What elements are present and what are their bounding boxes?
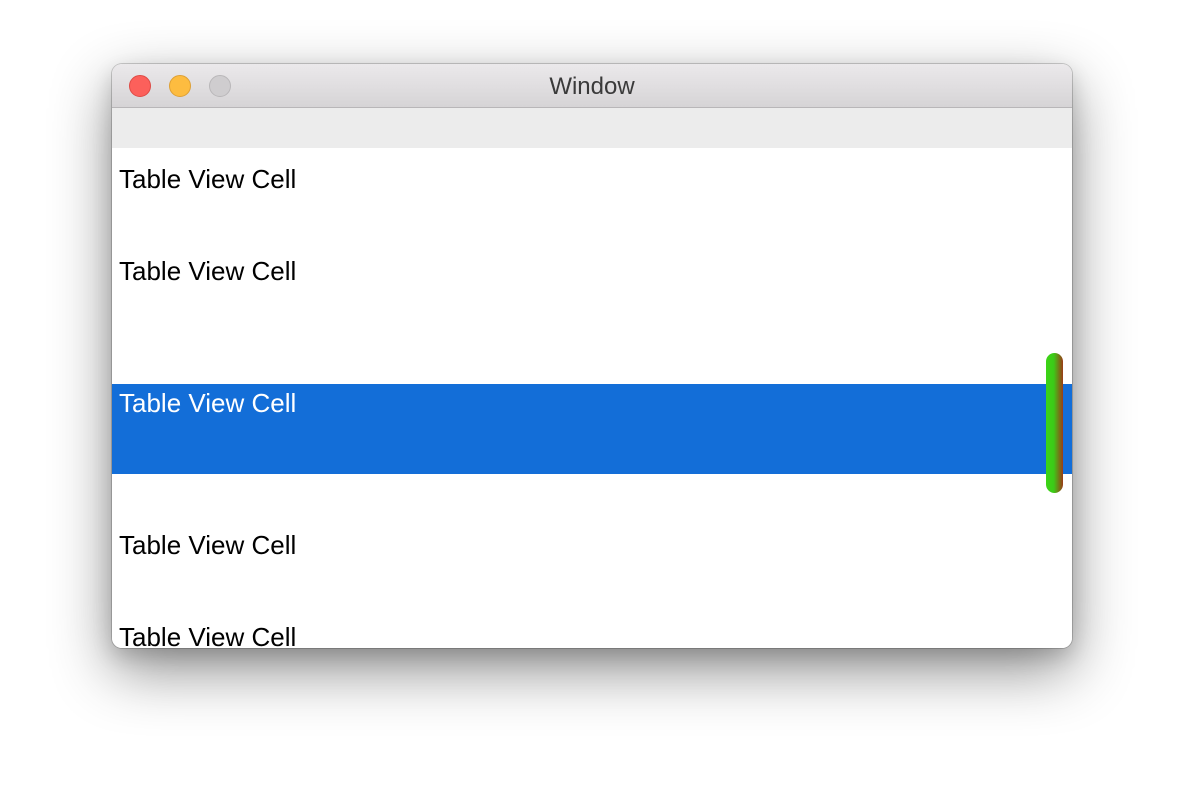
window-title: Window	[549, 73, 635, 100]
table-view[interactable]: Table View Cell Table View Cell Table Vi…	[112, 148, 1072, 648]
table-cell-label: Table View Cell	[119, 256, 297, 286]
vertical-scroller-knob[interactable]	[1046, 353, 1063, 493]
table-row[interactable]: Table View Cell	[112, 384, 1072, 560]
title-bar[interactable]: Window	[112, 64, 1072, 108]
table-row[interactable]: Table View Cell	[112, 200, 1072, 290]
table-row[interactable]: Table View Cell	[112, 476, 1072, 648]
table-row[interactable]: Table View Cell	[112, 108, 1072, 198]
app-window: Window Table View Cell Table View Cell T…	[112, 64, 1072, 648]
table-cell-label: Table View Cell	[119, 622, 297, 648]
table-cell-label: Table View Cell	[119, 164, 297, 194]
